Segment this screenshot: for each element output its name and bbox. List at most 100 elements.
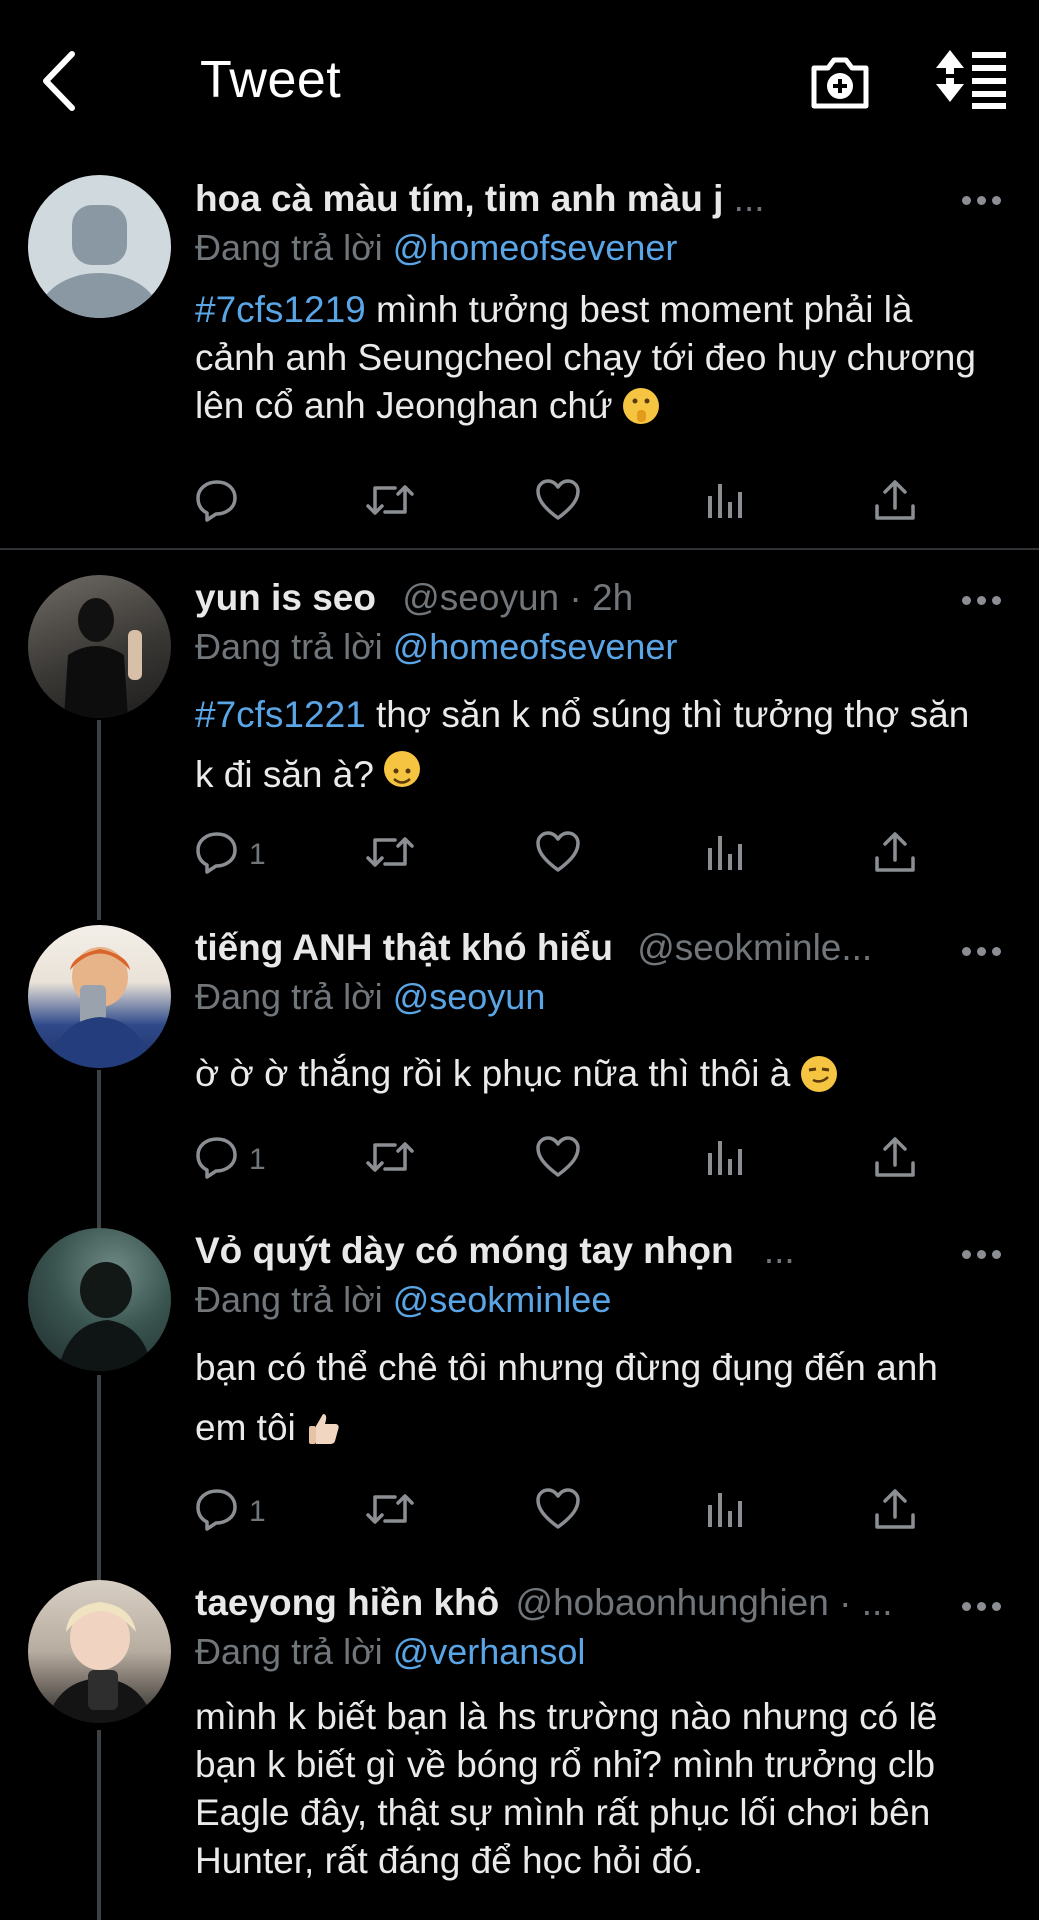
share-icon: [875, 1137, 915, 1177]
like-button[interactable]: [535, 1487, 581, 1537]
share-icon: [875, 480, 915, 520]
like-button[interactable]: [535, 478, 581, 528]
reply-bubble-icon: [196, 480, 237, 522]
analytics-icon: [708, 836, 742, 870]
analytics-icon: [708, 1493, 742, 1527]
mention-link[interactable]: @verhansol: [393, 1631, 586, 1672]
handle-and-time: @seoyun · 2h: [402, 577, 634, 618]
sort-replies-icon: [936, 50, 1006, 109]
views-button[interactable]: [705, 1487, 745, 1537]
share-icon: [875, 832, 915, 872]
share-button[interactable]: [873, 478, 917, 528]
heart-icon: [536, 1488, 580, 1529]
more-button[interactable]: [960, 190, 1004, 210]
smirking-face-icon: [800, 1056, 837, 1092]
retweet-icon: [366, 485, 414, 515]
replying-to: Đang trả lời @verhansol: [195, 1631, 586, 1672]
retweet-button[interactable]: [365, 1487, 415, 1537]
more-button[interactable]: [960, 590, 1004, 610]
avatar[interactable]: [28, 925, 171, 1068]
analytics-icon: [708, 1141, 742, 1175]
views-button[interactable]: [705, 830, 745, 880]
back-button[interactable]: [38, 46, 88, 116]
more-button[interactable]: [960, 941, 1004, 961]
views-button[interactable]: [705, 478, 745, 528]
handle-and-time: @hobaonhunghien · ...: [515, 1582, 893, 1623]
truncation: ...: [763, 1230, 795, 1271]
page-title: Tweet: [200, 51, 342, 109]
reply-button[interactable]: 1: [195, 1487, 266, 1537]
display-name[interactable]: taeyong hiền khô: [195, 1582, 499, 1623]
views-button[interactable]: [705, 1135, 745, 1185]
action-bar: 1: [195, 830, 935, 880]
tweet-text: #7cfs1219 mình tưởng best moment phải là…: [195, 289, 976, 426]
shushing-face-icon: [622, 388, 659, 424]
heart-icon: [536, 479, 580, 520]
action-bar: 1: [195, 1487, 935, 1537]
more-dots-icon: [962, 596, 971, 605]
mention-link[interactable]: @homeofsevener: [393, 626, 678, 667]
more-dots-icon: [962, 947, 971, 956]
display-name[interactable]: tiếng ANH thật khó hiểu: [195, 927, 613, 968]
share-button[interactable]: [873, 830, 917, 880]
top-bar: Tweet: [0, 0, 1039, 160]
share-button[interactable]: [873, 1487, 917, 1537]
reply-count: 1: [249, 1143, 266, 1176]
like-button[interactable]: [535, 1135, 581, 1185]
tweet-header: taeyong hiền khô @hobaonhunghien · ...: [195, 1582, 893, 1624]
thread-connector: [97, 1375, 101, 1585]
retweet-button[interactable]: [365, 1135, 415, 1185]
display-name[interactable]: Vỏ quýt dày có móng tay nhọn: [195, 1230, 734, 1271]
share-button[interactable]: [873, 1135, 917, 1185]
divider: [0, 548, 1039, 550]
display-name[interactable]: yun is seo: [195, 577, 376, 618]
retweet-icon: [366, 1142, 414, 1172]
default-profile-icon: [39, 205, 159, 318]
retweet-button[interactable]: [365, 478, 415, 528]
reply-button[interactable]: 1: [195, 830, 266, 880]
reply-bubble-icon: [196, 1489, 237, 1531]
hashtag-link[interactable]: #7cfs1219: [195, 289, 366, 330]
reply-button[interactable]: 1: [195, 1135, 266, 1185]
sort-replies-button[interactable]: [936, 50, 1008, 110]
share-icon: [875, 1489, 915, 1529]
tweet-header: hoa cà màu tím, tim anh màu j ...: [195, 178, 765, 220]
avatar[interactable]: [28, 1228, 171, 1371]
tweet-text: bạn có thể chê tôi nhưng đừng đụng đến a…: [195, 1347, 938, 1448]
avatar[interactable]: [28, 1580, 171, 1723]
camera-button[interactable]: [808, 50, 872, 114]
replying-to: Đang trả lời @homeofsevener: [195, 626, 678, 667]
like-button[interactable]: [535, 830, 581, 880]
handle: @seokminle...: [637, 927, 873, 968]
reply-count: 1: [249, 1495, 266, 1528]
truncation: ...: [733, 178, 765, 219]
tweet-header: yun is seo @seoyun · 2h: [195, 577, 633, 619]
tweet-text: #7cfs1221 thợ săn k nổ súng thì tưởng th…: [195, 694, 970, 795]
reply-bubble-icon: [196, 1137, 237, 1179]
thread-connector: [97, 720, 101, 920]
thread-connector: [97, 1070, 101, 1230]
more-button[interactable]: [960, 1596, 1004, 1616]
more-dots-icon: [962, 1602, 971, 1611]
action-bar: 1: [195, 1135, 935, 1185]
tweet-header: tiếng ANH thật khó hiểu @seokminle...: [195, 927, 872, 969]
more-button[interactable]: [960, 1244, 1004, 1264]
display-name[interactable]: hoa cà màu tím, tim anh màu j: [195, 178, 723, 219]
chevron-left-icon: [43, 51, 75, 111]
reply-button[interactable]: [195, 478, 239, 528]
avatar-default[interactable]: [28, 175, 171, 318]
more-dots-icon: [962, 1250, 971, 1259]
heart-icon: [536, 1136, 580, 1177]
hashtag-link[interactable]: #7cfs1221: [195, 694, 366, 735]
thumbs-up-icon: [306, 1404, 342, 1444]
more-dots-icon: [962, 196, 971, 205]
mention-link[interactable]: @seokminlee: [393, 1279, 612, 1320]
mention-link[interactable]: @seoyun: [393, 976, 546, 1017]
retweet-button[interactable]: [365, 830, 415, 880]
tweet-text: ờ ờ ờ thắng rồi k phục nữa thì thôi à: [195, 1050, 995, 1098]
avatar[interactable]: [28, 575, 171, 718]
replying-to: Đang trả lời @seokminlee: [195, 1279, 612, 1320]
replying-to: Đang trả lời @seoyun: [195, 976, 546, 1017]
reply-count: 1: [249, 838, 266, 871]
mention-link[interactable]: @homeofsevener: [393, 227, 678, 268]
